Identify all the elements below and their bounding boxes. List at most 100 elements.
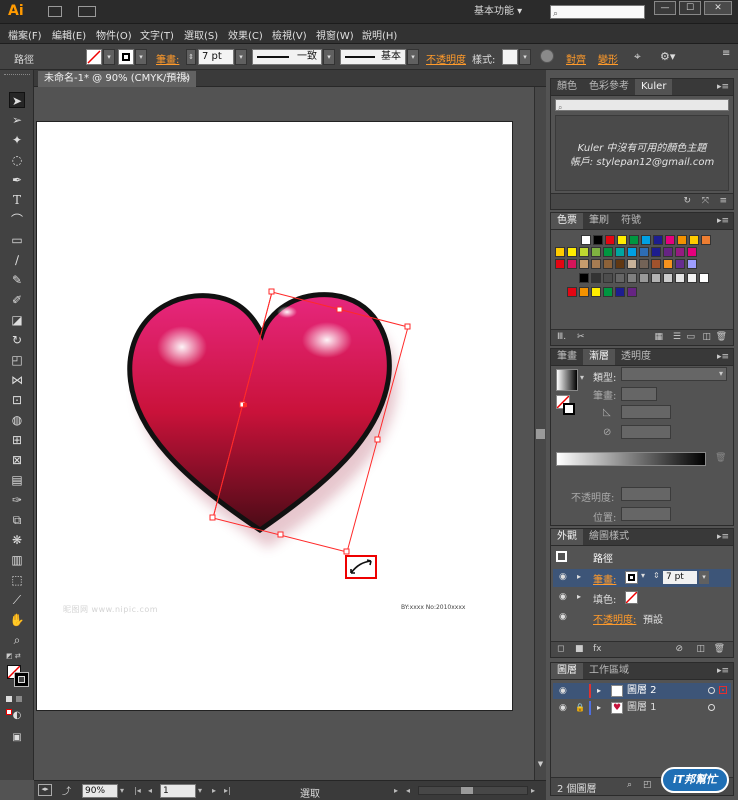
artboard-tool-icon[interactable]: ⬚	[9, 572, 25, 588]
swatch[interactable]	[653, 235, 663, 245]
swatch-libraries-icon[interactable]: Ⅲ.	[557, 332, 566, 342]
swatch[interactable]	[689, 235, 699, 245]
swatch[interactable]	[603, 287, 613, 297]
graphic-style-dropdown[interactable]: ▾	[519, 49, 531, 65]
scale-tool-icon[interactable]: ◰	[9, 352, 25, 368]
appearance-fill-swatch[interactable]	[625, 591, 638, 604]
last-artboard-icon[interactable]: ▸|	[224, 785, 234, 797]
swatch[interactable]	[627, 247, 637, 257]
isolate-icon[interactable]: ⌖	[634, 49, 641, 64]
stroke-profile-select[interactable]: 一致	[252, 49, 322, 65]
swatch[interactable]	[567, 287, 577, 297]
lasso-tool-icon[interactable]: ◌	[9, 152, 25, 168]
swatch[interactable]	[639, 247, 649, 257]
swatch[interactable]	[567, 259, 577, 269]
type-tool-icon[interactable]: T	[9, 192, 25, 208]
swatch[interactable]	[675, 247, 685, 257]
swatch[interactable]	[629, 235, 639, 245]
swatch[interactable]	[677, 235, 687, 245]
menu-edit[interactable]: 編輯(E)	[52, 27, 86, 42]
stroke-label[interactable]: 筆畫:	[156, 51, 179, 66]
artboard[interactable]: 昵图网 www.nipic.com BY:xxxx No:2010xxxx	[36, 121, 513, 711]
swatch[interactable]	[593, 235, 603, 245]
lock-icon[interactable]: 🔒	[575, 700, 585, 716]
canvas-area[interactable]: 昵图网 www.nipic.com BY:xxxx No:2010xxxx	[34, 87, 534, 780]
align-link[interactable]: 對齊	[566, 51, 586, 66]
expand-triangle-icon[interactable]: ▸	[577, 592, 581, 601]
perspective-grid-tool-icon[interactable]: ⊞	[9, 432, 25, 448]
color-mode-icons[interactable]	[6, 692, 30, 715]
swatch[interactable]	[605, 235, 615, 245]
swatch[interactable]	[675, 259, 685, 269]
workspace-switcher[interactable]: 基本功能 ▾	[474, 4, 544, 20]
menu-select[interactable]: 選取(S)	[184, 27, 218, 42]
paintbrush-tool-icon[interactable]: ∕	[9, 252, 25, 268]
pen-tool-icon[interactable]: ✒	[9, 172, 25, 188]
stop-opacity-input[interactable]	[621, 487, 671, 501]
appearance-stroke-swatch[interactable]	[625, 571, 638, 584]
swatch-options-icon[interactable]: ☰	[673, 332, 681, 342]
swatch[interactable]	[701, 235, 711, 245]
swatch[interactable]	[579, 259, 589, 269]
swatch[interactable]	[663, 273, 673, 283]
swatch[interactable]	[567, 247, 577, 257]
zoom-tool-icon[interactable]: ⌕	[9, 632, 25, 648]
appearance-stroke-row[interactable]: ◉ ▸ 筆畫: ▾ ⇕ 7 pt ▾	[553, 569, 731, 587]
tab-swatches[interactable]: 色票	[551, 213, 583, 229]
swatch[interactable]	[665, 235, 675, 245]
duplicate-item-icon[interactable]: ◫	[696, 644, 705, 654]
swatch[interactable]	[687, 259, 697, 269]
screen-mode-icon[interactable]: ▣	[9, 730, 25, 746]
target-icon[interactable]	[708, 687, 715, 694]
swatch[interactable]	[663, 259, 673, 269]
document-tab[interactable]: 未命名-1* @ 90% (CMYK/預視) ×	[38, 71, 196, 87]
swatch[interactable]	[591, 287, 601, 297]
swatch[interactable]	[591, 273, 601, 283]
menu-view[interactable]: 檢視(V)	[272, 27, 307, 42]
close-button[interactable]: ✕	[704, 1, 732, 15]
add-fill-icon[interactable]: ■	[575, 644, 584, 654]
tab-kuler[interactable]: Kuler	[635, 79, 673, 95]
slice-tool-icon[interactable]: ⟋	[9, 592, 25, 608]
artboard-number-input[interactable]: 1	[160, 784, 196, 798]
status-menu-icon[interactable]: ▸	[394, 785, 404, 797]
stop-position-input[interactable]	[621, 507, 671, 521]
share-icon[interactable]: ⤴	[62, 784, 71, 797]
width-tool-icon[interactable]: ⋈	[9, 372, 25, 388]
mesh-tool-icon[interactable]: ⊠	[9, 452, 25, 468]
selection-tool-icon[interactable]: ➤	[9, 92, 25, 108]
delete-item-icon[interactable]: 🗑	[714, 644, 725, 654]
add-stroke-icon[interactable]: ◻	[557, 644, 564, 654]
line-tool-icon[interactable]: ⌒	[9, 212, 25, 228]
selection-indicator[interactable]	[719, 686, 727, 694]
heart-artwork[interactable]	[37, 122, 514, 712]
stroke-weight-dropdown[interactable]: ▾	[235, 49, 247, 65]
show-kinds-icon[interactable]: ▦	[654, 332, 663, 342]
symbol-sprayer-tool-icon[interactable]: ❋	[9, 532, 25, 548]
blend-tool-icon[interactable]: ⧉	[9, 512, 25, 528]
layer-row-1[interactable]: ◉ 🔒 ▸ ♥ 圖層 1	[553, 700, 731, 716]
swatch[interactable]	[663, 247, 673, 257]
free-transform-tool-icon[interactable]: ⊡	[9, 392, 25, 408]
rotate-tool-icon[interactable]: ↻	[9, 332, 25, 348]
swatch[interactable]	[651, 247, 661, 257]
swatch[interactable]	[591, 247, 601, 257]
swatch[interactable]	[687, 273, 697, 283]
zoom-level-input[interactable]: 90%	[82, 784, 118, 798]
kuler-search-input[interactable]: ⌕	[555, 99, 729, 112]
tab-color[interactable]: 顏色	[551, 79, 583, 95]
swatch[interactable]	[579, 247, 589, 257]
blob-brush-tool-icon[interactable]: ✐	[9, 292, 25, 308]
first-artboard-icon[interactable]: |◂	[134, 785, 144, 797]
stroke-swatch[interactable]	[118, 49, 134, 65]
gradient-aspect-input[interactable]	[621, 425, 671, 439]
swatch[interactable]	[627, 287, 637, 297]
gradient-preview-dropdown[interactable]: ▾	[580, 373, 584, 382]
graphic-style-swatch[interactable]	[502, 49, 518, 65]
expand-triangle-icon[interactable]: ▸	[597, 700, 601, 716]
clear-appearance-icon[interactable]: ⊘	[675, 644, 683, 654]
gradient-tool-icon[interactable]: ▤	[9, 472, 25, 488]
swatch[interactable]	[615, 259, 625, 269]
magic-wand-tool-icon[interactable]: ✦	[9, 132, 25, 148]
maximize-button[interactable]: ☐	[679, 1, 701, 15]
